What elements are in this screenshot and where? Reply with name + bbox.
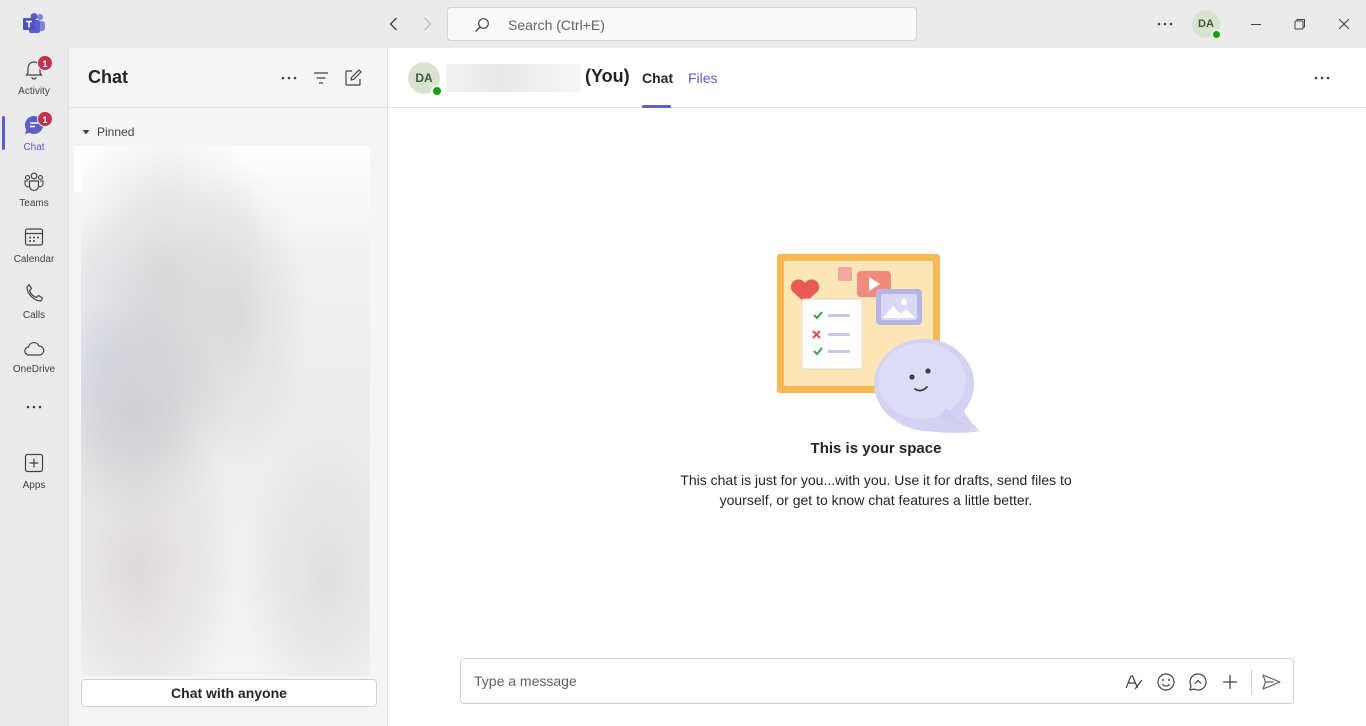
- loop-component-icon[interactable]: [1187, 671, 1209, 693]
- profile-avatar[interactable]: DA: [1192, 10, 1222, 40]
- search-icon: [474, 17, 490, 33]
- format-icon[interactable]: [1123, 671, 1145, 693]
- more-apps-button[interactable]: [0, 388, 68, 428]
- space-title: This is your space: [810, 440, 942, 457]
- space-description: This chat is just for you...with you. Us…: [680, 472, 1072, 508]
- new-chat-icon[interactable]: [343, 68, 363, 88]
- rail-label: Calls: [22, 310, 46, 321]
- rail-label: Apps: [22, 480, 46, 491]
- active-tab-indicator: [642, 105, 671, 108]
- chat-list-header: Chat: [69, 48, 387, 108]
- message-composer[interactable]: Type a message: [460, 658, 1294, 704]
- emoji-icon[interactable]: [1155, 671, 1177, 693]
- rail-item-onedrive[interactable]: OneDrive: [0, 330, 68, 382]
- more-options-icon[interactable]: [1155, 14, 1175, 34]
- filter-icon[interactable]: [311, 68, 331, 88]
- app-rail: 1 Activity 1 Chat Teams Calendar Calls O…: [0, 48, 68, 726]
- chat-list-pane: Chat Pinned Chat with anyone: [68, 48, 388, 726]
- send-icon[interactable]: [1260, 671, 1282, 693]
- calendar-icon: [23, 226, 45, 248]
- pinned-section-toggle[interactable]: Pinned: [81, 125, 134, 139]
- minimize-icon[interactable]: [1246, 14, 1266, 34]
- back-arrow-icon[interactable]: [384, 14, 404, 34]
- caret-down-icon: [81, 127, 91, 137]
- composer-placeholder: Type a message: [474, 673, 577, 689]
- rail-item-calendar[interactable]: Calendar: [0, 218, 68, 270]
- more-options-icon[interactable]: [279, 68, 299, 88]
- add-apps-icon: [23, 452, 45, 474]
- redacted-user-name: [446, 64, 581, 92]
- your-space-illustration: [776, 253, 980, 433]
- rail-item-teams[interactable]: Teams: [0, 162, 68, 214]
- chat-with-anyone-button[interactable]: Chat with anyone: [81, 679, 377, 707]
- avatar-initials: DA: [415, 71, 433, 85]
- close-icon[interactable]: [1334, 14, 1354, 34]
- rail-item-apps[interactable]: Apps: [0, 444, 68, 496]
- presence-available-icon: [1211, 29, 1222, 40]
- redacted-chat-list: [81, 146, 370, 676]
- teams-logo-icon: [22, 13, 46, 35]
- rail-item-activity[interactable]: 1 Activity: [0, 50, 68, 102]
- avatar-initials: DA: [1198, 18, 1214, 30]
- rail-label: Chat: [23, 142, 45, 153]
- presence-available-icon: [431, 85, 443, 97]
- rail-label: Calendar: [13, 254, 55, 265]
- activity-badge: 1: [37, 55, 53, 71]
- more-options-icon[interactable]: [1312, 68, 1332, 88]
- avatar[interactable]: DA: [408, 62, 443, 97]
- tab-chat[interactable]: Chat: [642, 70, 673, 86]
- more-apps-icon: [23, 396, 45, 418]
- chat-header: DA (You) Chat Files: [388, 48, 1366, 108]
- cloud-icon: [23, 338, 45, 360]
- title-bar: Search (Ctrl+E) DA: [0, 0, 1366, 48]
- add-attachment-icon[interactable]: [1219, 671, 1241, 693]
- rail-label: OneDrive: [12, 364, 56, 375]
- you-label: (You): [585, 66, 630, 86]
- rail-label: Teams: [19, 198, 49, 209]
- phone-icon: [23, 282, 45, 304]
- forward-arrow-icon[interactable]: [417, 14, 437, 34]
- search-input[interactable]: Search (Ctrl+E): [447, 7, 917, 41]
- restore-icon[interactable]: [1290, 14, 1310, 34]
- tab-files[interactable]: Files: [688, 70, 718, 86]
- chat-main-area: DA (You) Chat Files This is your space T…: [388, 48, 1366, 726]
- rail-item-chat[interactable]: 1 Chat: [0, 106, 68, 158]
- composer-divider: [1251, 669, 1252, 695]
- pinned-label: Pinned: [97, 125, 135, 139]
- rail-item-calls[interactable]: Calls: [0, 274, 68, 326]
- search-placeholder: Search (Ctrl+E): [508, 17, 605, 33]
- chat-badge: 1: [37, 111, 53, 127]
- rail-label: Activity: [18, 86, 50, 97]
- chat-list-title: Chat: [88, 67, 128, 87]
- teams-people-icon: [23, 170, 45, 192]
